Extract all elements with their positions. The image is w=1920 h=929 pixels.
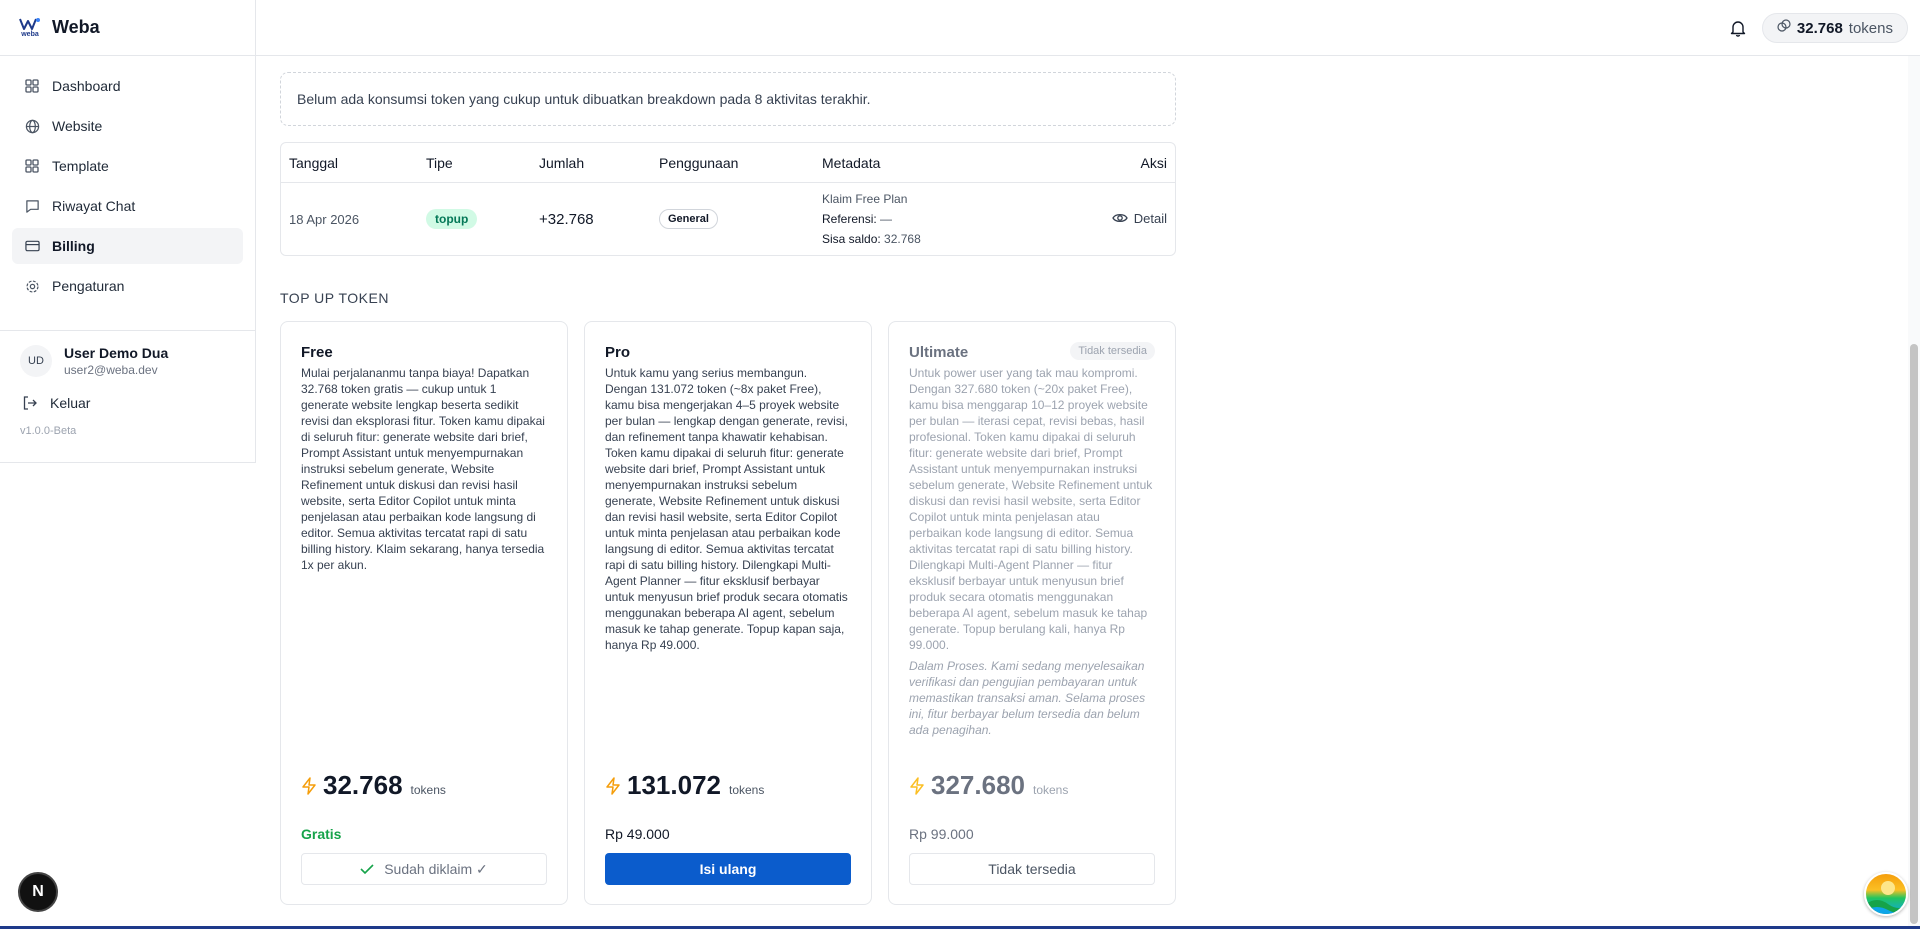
grid-icon (24, 158, 40, 174)
scrollbar[interactable] (1908, 56, 1920, 929)
sidebar-item-label: Template (52, 158, 109, 174)
plan-token-amount: 131.072 tokens (605, 770, 764, 801)
app: weba Weba Dashboard Website Template Riw… (0, 0, 1920, 929)
brand-name: Weba (52, 17, 100, 37)
logout-button[interactable]: Keluar (0, 387, 255, 419)
brand[interactable]: weba Weba (0, 0, 255, 56)
sidebar-item-pengaturan[interactable]: Pengaturan (12, 268, 243, 304)
logout-label: Keluar (50, 395, 91, 411)
usage-empty-note: Belum ada konsumsi token yang cukup untu… (280, 72, 1176, 126)
plan-tokens: 131.072 (627, 770, 721, 800)
token-balance-pill[interactable]: 32.768 tokens (1761, 13, 1908, 43)
meta-title: Klaim Free Plan (822, 192, 908, 206)
user-name: User Demo Dua (64, 345, 169, 361)
user-email: user2@weba.dev (64, 363, 158, 377)
check-icon (360, 864, 374, 875)
meta-balance-label: Sisa saldo: (822, 232, 881, 246)
weba-logo-icon: weba (18, 16, 42, 40)
meta-ref-label: Referensi: (822, 212, 877, 226)
col-tipe: Tipe (426, 154, 453, 171)
plan-token-amount: 32.768 tokens (301, 770, 446, 801)
claimed-button[interactable]: Sudah diklaim ✓ (301, 853, 547, 885)
claimed-label: Sudah diklaim ✓ (384, 860, 488, 877)
sidebar-item-label: Riwayat Chat (52, 198, 136, 214)
col-tanggal: Tanggal (289, 154, 339, 171)
col-metadata: Metadata (822, 154, 881, 171)
top-header: 32.768 tokens (256, 0, 1920, 56)
logo-text: weba (21, 31, 39, 38)
detail-label: Detail (1133, 210, 1167, 226)
sidebar-item-website[interactable]: Website (12, 108, 243, 144)
sidebar-item-label: Billing (52, 238, 95, 254)
plan-price: Rp 99.000 (909, 826, 974, 842)
detail-button[interactable]: Detail (1112, 211, 1167, 226)
grid-icon (24, 78, 40, 94)
topup-button[interactable]: Isi ulang (605, 853, 851, 885)
col-aksi: Aksi (1140, 154, 1167, 171)
plan-description: Mulai perjalananmu tanpa biaya! Dapatkan… (301, 366, 545, 572)
sidebar-item-template[interactable]: Template (12, 148, 243, 184)
bell-icon[interactable] (1730, 19, 1748, 37)
token-balance-unit: tokens (1848, 19, 1893, 37)
bolt-icon (302, 776, 316, 795)
card-icon (24, 238, 40, 254)
unavailable-button[interactable]: Tidak tersedia (909, 853, 1155, 885)
plan-tokens: 327.680 (931, 770, 1025, 800)
plan-price: Gratis (301, 826, 342, 842)
plan-description: Untuk kamu yang serius membangun. Dengan… (605, 366, 848, 652)
plan-tokens: 32.768 (323, 770, 403, 800)
col-jumlah: Jumlah (539, 154, 585, 171)
billing-history-table: Tanggal Tipe Jumlah Penggunaan Metadata … (280, 142, 1176, 256)
plan-price: Rp 49.000 (605, 826, 670, 842)
plan-token-amount: 327.680 tokens (909, 770, 1068, 801)
bolt-icon (910, 776, 924, 795)
floating-avatar-icon[interactable] (1864, 872, 1908, 916)
plan-title: Pro (605, 344, 631, 361)
logout-icon (22, 395, 38, 411)
sidebar-item-riwayat-chat[interactable]: Riwayat Chat (12, 188, 243, 224)
gear-icon (24, 278, 40, 294)
plan-cards: Free Mulai perjalananmu tanpa biaya! Dap… (280, 321, 1176, 905)
plan-card-ultimate: Ultimate Tidak tersedia Untuk power user… (888, 321, 1176, 905)
plan-card-free: Free Mulai perjalananmu tanpa biaya! Dap… (280, 321, 568, 905)
next-dev-badge[interactable]: N (18, 872, 58, 912)
table-row: 18 Apr 2026 topup +32.768 General Klaim … (281, 183, 1175, 255)
chat-icon (24, 198, 40, 214)
bolt-icon (606, 776, 620, 795)
row-date: 18 Apr 2026 (289, 211, 360, 227)
eye-icon (1112, 214, 1128, 223)
usage-badge: General (659, 209, 718, 229)
sidebar: weba Weba Dashboard Website Template Riw… (0, 0, 256, 463)
plan-tokens-unit: tokens (728, 783, 765, 797)
scrollbar-thumb[interactable] (1910, 344, 1918, 924)
row-metadata: Klaim Free Plan Referensi: — Sisa saldo:… (822, 189, 1022, 249)
type-badge: topup (426, 209, 478, 229)
sidebar-item-billing[interactable]: Billing (12, 228, 243, 264)
user-profile[interactable]: UD User Demo Dua user2@weba.dev (0, 331, 255, 387)
globe-icon (24, 118, 40, 134)
plan-tokens-unit: tokens (1032, 783, 1069, 797)
sidebar-item-label: Website (52, 118, 103, 134)
meta-balance-value: 32.768 (884, 232, 921, 246)
plan-description: Untuk power user yang tak mau kompromi. … (909, 366, 1153, 652)
app-version: v1.0.0-Beta (20, 425, 77, 437)
plan-tokens-unit: tokens (410, 783, 446, 797)
plan-card-pro: Pro Untuk kamu yang serius membangun. De… (584, 321, 872, 905)
coins-icon (1777, 19, 1791, 37)
unavailable-badge: Tidak tersedia (1070, 342, 1155, 360)
meta-ref-value: — (880, 212, 893, 226)
plan-note: Dalam Proses. Kami sedang menyelesaikan … (909, 659, 1146, 737)
sidebar-item-label: Pengaturan (52, 278, 125, 294)
sidebar-item-label: Dashboard (52, 78, 121, 94)
section-title-topup: TOP UP TOKEN (280, 290, 389, 306)
sidebar-nav: Dashboard Website Template Riwayat Chat … (0, 56, 255, 304)
plan-title: Free (301, 344, 333, 361)
col-penggunaan: Penggunaan (659, 154, 739, 171)
token-balance-amount: 32.768 (1796, 19, 1843, 37)
table-header: Tanggal Tipe Jumlah Penggunaan Metadata … (281, 143, 1175, 183)
avatar: UD (20, 345, 52, 377)
sidebar-item-dashboard[interactable]: Dashboard (12, 68, 243, 104)
row-amount: +32.768 (539, 210, 594, 228)
